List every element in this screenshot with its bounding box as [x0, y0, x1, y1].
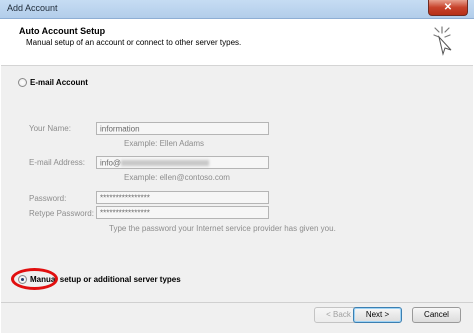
password-value: ****************: [100, 193, 150, 203]
header-title: Auto Account Setup: [19, 26, 106, 36]
retype-password-label: Retype Password:: [29, 209, 94, 218]
email-address-input[interactable]: info@: [96, 156, 269, 169]
retype-password-value: ****************: [100, 208, 150, 218]
window-title: Add Account: [7, 3, 58, 13]
retype-password-input[interactable]: ****************: [96, 206, 269, 219]
header-subtitle: Manual setup of an account or connect to…: [26, 38, 242, 47]
cancel-button[interactable]: Cancel: [412, 307, 461, 323]
close-button[interactable]: ✕: [428, 0, 468, 16]
wizard-body: E-mail Account Your Name: information Ex…: [1, 66, 473, 333]
password-hint: Type the password your Internet service …: [109, 224, 336, 233]
email-address-label: E-mail Address:: [29, 158, 86, 167]
email-account-label[interactable]: E-mail Account: [30, 78, 88, 87]
wizard-sparkle-icon: [433, 26, 452, 56]
your-name-label: Your Name:: [29, 124, 71, 133]
password-input[interactable]: ****************: [96, 191, 269, 204]
red-highlight-circle: [11, 268, 58, 290]
email-account-radio[interactable]: [18, 78, 27, 87]
footer-divider: [1, 302, 473, 303]
your-name-input[interactable]: information: [96, 122, 269, 135]
title-bar: Add Account ✕: [0, 0, 474, 19]
your-name-value: information: [100, 124, 140, 134]
email-address-value: info@: [100, 158, 122, 168]
email-address-example: Example: ellen@contoso.com: [124, 173, 230, 182]
wizard-header: Auto Account Setup Manual setup of an ac…: [1, 19, 473, 66]
close-icon: ✕: [443, 2, 453, 13]
redacted-domain: [121, 159, 210, 166]
next-button[interactable]: Next >: [353, 307, 402, 323]
your-name-example: Example: Ellen Adams: [124, 139, 205, 148]
password-label: Password:: [29, 194, 67, 203]
